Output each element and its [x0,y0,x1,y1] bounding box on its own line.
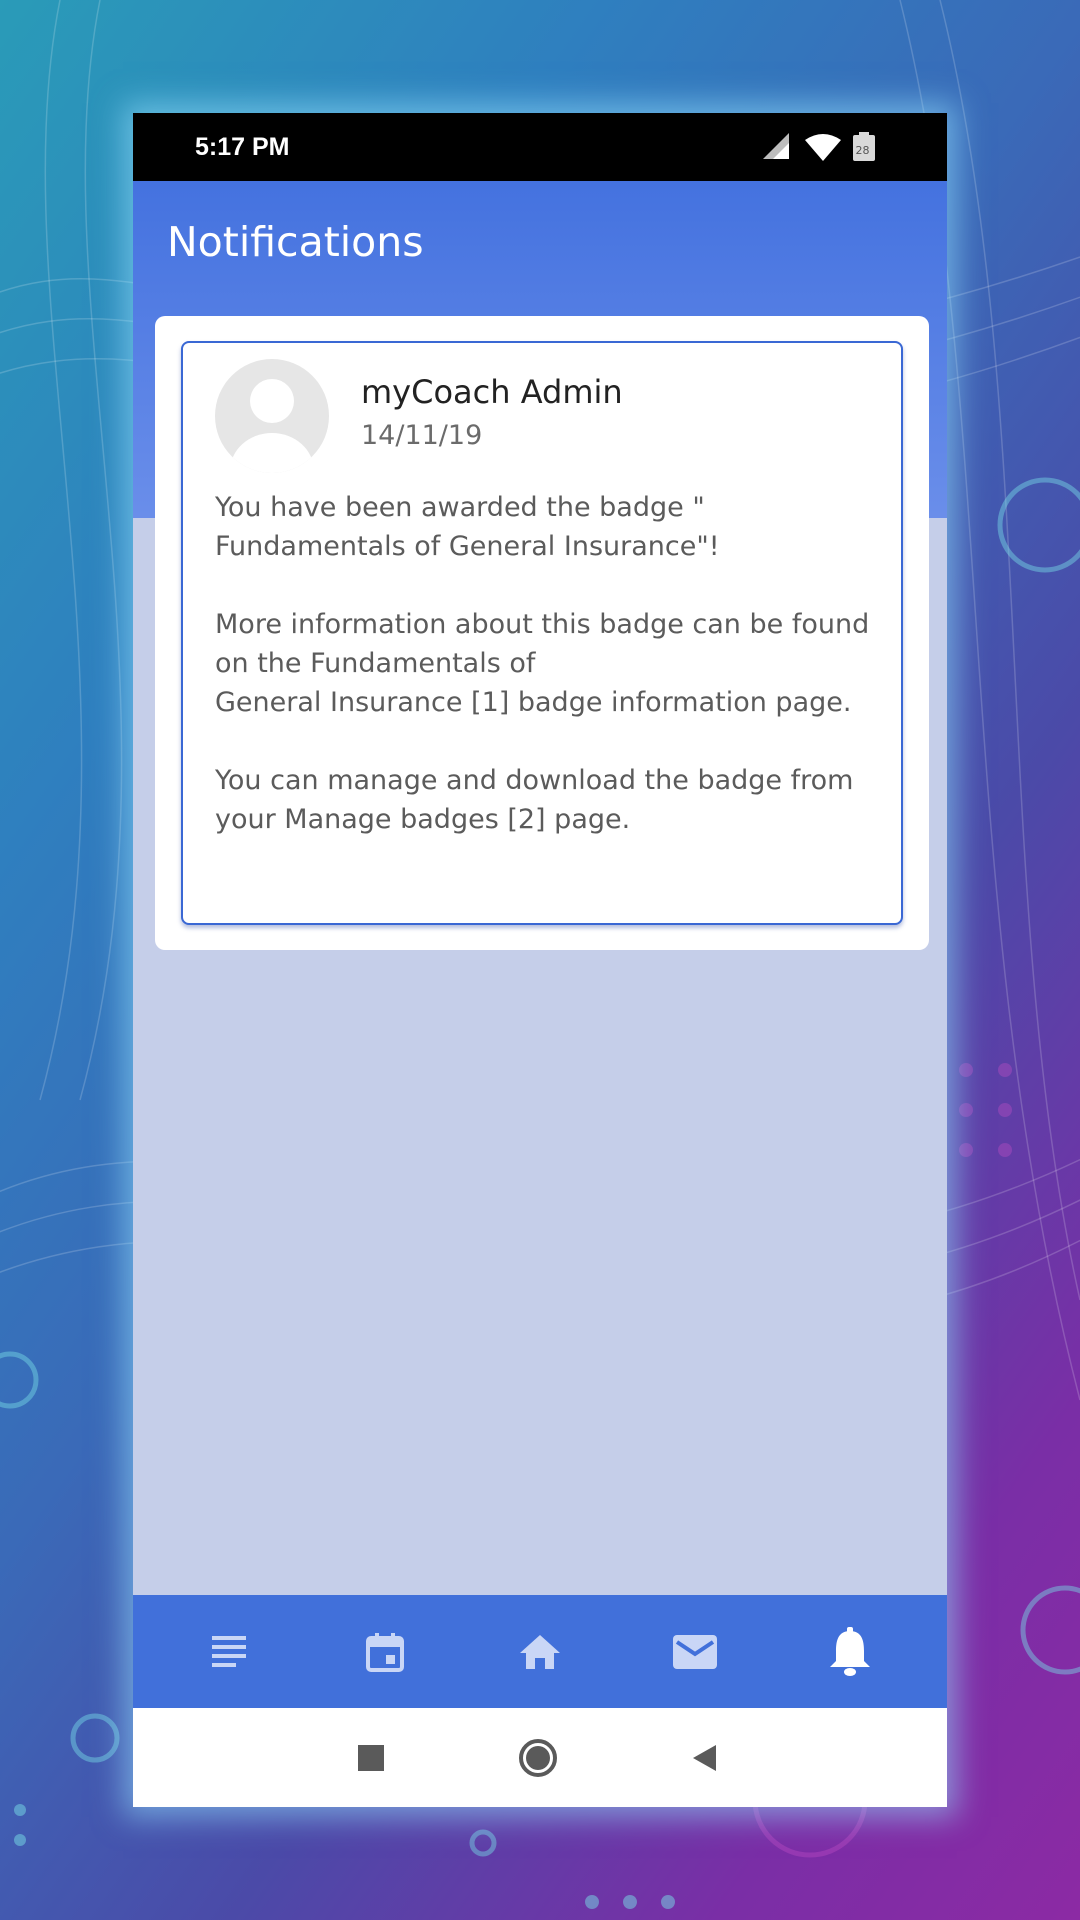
battery-level: 28 [856,144,870,157]
bell-icon [829,1626,870,1676]
notification-date: 14/11/19 [361,420,483,451]
back-triangle-icon [693,1745,716,1771]
notification-body: You have been awarded the badge " Fundam… [215,488,885,878]
bottom-nav [133,1595,947,1708]
square-icon [358,1745,384,1771]
phone-screen: 5:17 PM ↑↓ 28 Notifications myCoach Admi… [133,113,947,1807]
notification-paragraph: You have been awarded the badge " Fundam… [215,492,720,562]
svg-text:↑↓: ↑↓ [831,154,846,163]
page-title: Notifications [167,218,424,266]
recents-button[interactable] [351,1738,391,1778]
nav-mail[interactable] [655,1612,735,1692]
nav-menu[interactable] [190,1612,270,1692]
circle-icon [519,1739,557,1777]
sender-name: myCoach Admin [361,373,623,411]
home-icon [519,1634,560,1669]
home-button[interactable] [518,1738,558,1778]
nav-home[interactable] [500,1612,580,1692]
nav-notifications[interactable] [810,1612,890,1692]
notification-card[interactable]: myCoach Admin 14/11/19 You have been awa… [181,341,903,925]
nav-calendar[interactable] [345,1612,425,1692]
notification-list: myCoach Admin 14/11/19 You have been awa… [155,316,929,950]
notification-paragraph: You can manage and download the badge fr… [215,765,854,835]
menu-icon [212,1635,247,1667]
mail-icon [672,1634,717,1669]
status-bar: 5:17 PM ↑↓ 28 [133,113,947,181]
system-navigation-bar [133,1708,947,1807]
avatar [215,359,329,473]
user-placeholder-icon [215,359,329,473]
status-time: 5:17 PM [195,133,290,161]
calendar-icon [366,1632,405,1672]
notification-paragraph: More information about this badge can be… [215,609,870,718]
back-button[interactable] [685,1738,725,1778]
status-icons: ↑↓ 28 [763,132,875,163]
